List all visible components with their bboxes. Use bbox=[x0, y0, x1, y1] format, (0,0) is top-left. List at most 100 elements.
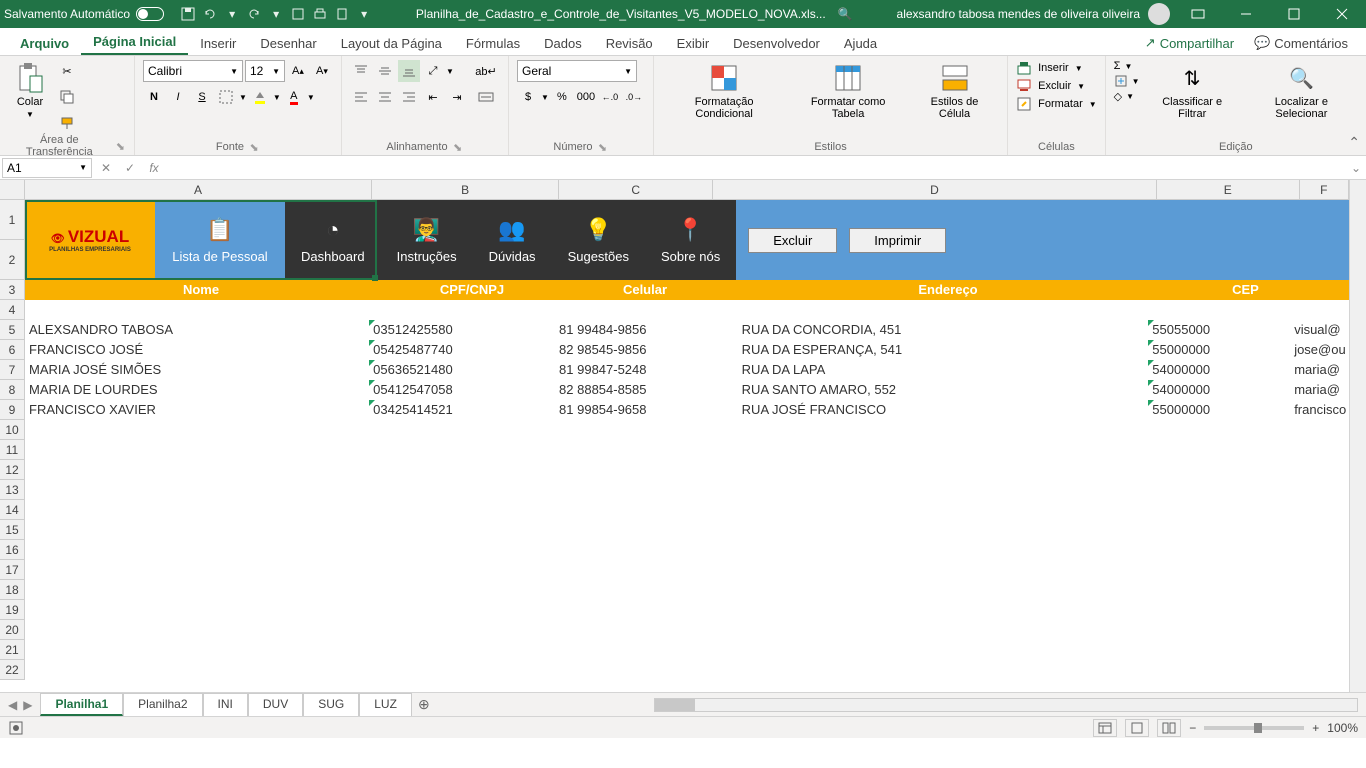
increase-font-icon[interactable]: A▴ bbox=[287, 60, 309, 82]
record-macro-icon[interactable] bbox=[8, 720, 24, 736]
tab-desenhar[interactable]: Desenhar bbox=[248, 32, 328, 55]
name-box[interactable]: A1▼ bbox=[2, 158, 92, 178]
nav-item-instruções[interactable]: 👨‍🏫Instruções bbox=[381, 200, 473, 280]
vertical-scrollbar[interactable] bbox=[1349, 180, 1366, 692]
number-format-combo[interactable]: Geral▼ bbox=[517, 60, 637, 82]
comments-button[interactable]: 💬Comentários bbox=[1244, 31, 1358, 55]
sheet-tab-sug[interactable]: SUG bbox=[303, 693, 359, 716]
align-center-icon[interactable] bbox=[374, 86, 396, 108]
paste-button[interactable]: Colar ▼ bbox=[8, 60, 52, 121]
save-icon[interactable] bbox=[180, 6, 196, 22]
cell-cpf[interactable]: 05412547058 bbox=[369, 380, 555, 400]
dialog-launcher-icon[interactable]: ⬊ bbox=[597, 141, 609, 153]
cell-cep[interactable]: 55055000 bbox=[1148, 320, 1290, 340]
cell-cep[interactable]: 54000000 bbox=[1148, 380, 1290, 400]
border-icon[interactable] bbox=[215, 86, 237, 108]
font-color-icon[interactable]: A bbox=[283, 86, 305, 108]
cell-endereco[interactable]: RUA DA LAPA bbox=[708, 360, 1149, 380]
cell-email[interactable]: visual@ bbox=[1290, 320, 1349, 340]
minimize-icon[interactable] bbox=[1226, 0, 1266, 28]
fx-icon[interactable]: fx bbox=[142, 161, 166, 175]
row-header-12[interactable]: 12 bbox=[0, 460, 24, 480]
dialog-launcher-icon[interactable]: ⬊ bbox=[115, 140, 126, 152]
cell-email[interactable]: maria@ bbox=[1290, 360, 1349, 380]
underline-icon[interactable]: S bbox=[191, 86, 213, 108]
normal-view-icon[interactable] bbox=[1093, 719, 1117, 737]
chevron-down-icon[interactable]: ▼ bbox=[307, 93, 315, 102]
row-header-6[interactable]: 6 bbox=[0, 340, 24, 360]
tab-inserir[interactable]: Inserir bbox=[188, 32, 248, 55]
dialog-launcher-icon[interactable]: ⬊ bbox=[452, 141, 464, 153]
italic-icon[interactable]: I bbox=[167, 86, 189, 108]
cell-celular[interactable]: 81 99484-9856 bbox=[555, 320, 708, 340]
align-bottom-icon[interactable] bbox=[398, 60, 420, 82]
orientation-icon[interactable]: ⤢ bbox=[422, 60, 444, 82]
copy-icon[interactable] bbox=[56, 86, 78, 108]
select-all-corner[interactable] bbox=[0, 180, 25, 200]
indent-decrease-icon[interactable]: ⇤ bbox=[422, 86, 444, 108]
format-button[interactable]: Formatar▼ bbox=[1016, 96, 1097, 112]
cell-celular[interactable]: 81 99847-5248 bbox=[555, 360, 708, 380]
nav-item-lista-de-pessoal[interactable]: 📋Lista de Pessoal bbox=[155, 200, 285, 280]
formula-input[interactable] bbox=[166, 158, 1346, 178]
collapse-ribbon-icon[interactable]: ⌃ bbox=[1348, 134, 1360, 151]
tab-desenvolvedor[interactable]: Desenvolvedor bbox=[721, 32, 832, 55]
table-row[interactable]: ALEXSANDRO TABOSA0351242558081 99484-985… bbox=[25, 320, 1349, 340]
sheet-tab-ini[interactable]: INI bbox=[203, 693, 248, 716]
format-table-button[interactable]: Formatar como Tabela bbox=[790, 60, 906, 122]
row-header-22[interactable]: 22 bbox=[0, 660, 24, 680]
undo-icon[interactable] bbox=[202, 6, 218, 22]
row-header-20[interactable]: 20 bbox=[0, 620, 24, 640]
row-header-17[interactable]: 17 bbox=[0, 560, 24, 580]
cell-celular[interactable]: 82 98545-9856 bbox=[555, 340, 708, 360]
row-header-7[interactable]: 7 bbox=[0, 360, 24, 380]
merge-icon[interactable] bbox=[472, 86, 500, 108]
print-icon[interactable] bbox=[312, 6, 328, 22]
delete-button[interactable]: Excluir bbox=[748, 228, 837, 253]
row-header-13[interactable]: 13 bbox=[0, 480, 24, 500]
username[interactable]: alexsandro tabosa mendes de oliveira oli… bbox=[897, 7, 1140, 21]
cell-cpf[interactable]: 05636521480 bbox=[369, 360, 555, 380]
chevron-down-icon[interactable]: ▾ bbox=[268, 6, 284, 22]
cell-cep[interactable]: 54000000 bbox=[1148, 360, 1290, 380]
font-name-combo[interactable]: Calibri▼ bbox=[143, 60, 243, 82]
fill-button[interactable]: ▼ bbox=[1114, 74, 1140, 88]
row-header-2[interactable]: 2 bbox=[0, 240, 24, 280]
bold-icon[interactable]: N bbox=[143, 86, 165, 108]
cell-cep[interactable]: 55000000 bbox=[1148, 400, 1290, 420]
close-icon[interactable] bbox=[1322, 0, 1362, 28]
sheet-tab-luz[interactable]: LUZ bbox=[359, 693, 412, 716]
row-header-4[interactable]: 4 bbox=[0, 300, 24, 320]
col-header-D[interactable]: D bbox=[713, 180, 1157, 199]
cell-cpf[interactable]: 05425487740 bbox=[369, 340, 555, 360]
cut-icon[interactable]: ✂ bbox=[56, 60, 78, 82]
expand-formula-icon[interactable]: ⌄ bbox=[1346, 161, 1366, 175]
horizontal-scrollbar[interactable] bbox=[654, 698, 1358, 712]
comma-icon[interactable]: 000 bbox=[575, 86, 597, 108]
cell-email[interactable]: maria@ bbox=[1290, 380, 1349, 400]
confirm-icon[interactable]: ✓ bbox=[118, 161, 142, 175]
cell-endereco[interactable]: RUA JOSÉ FRANCISCO bbox=[708, 400, 1149, 420]
table-row[interactable]: FRANCISCO JOSÉ0542548774082 98545-9856RU… bbox=[25, 340, 1349, 360]
cell-nome[interactable]: MARIA JOSÉ SIMÕES bbox=[25, 360, 369, 380]
zoom-level[interactable]: 100% bbox=[1327, 721, 1358, 735]
cell-nome[interactable]: FRANCISCO JOSÉ bbox=[25, 340, 369, 360]
align-left-icon[interactable] bbox=[350, 86, 372, 108]
currency-icon[interactable]: $ bbox=[517, 86, 539, 108]
add-sheet-icon[interactable]: ⊕ bbox=[412, 696, 436, 713]
page-layout-view-icon[interactable] bbox=[1125, 719, 1149, 737]
cell-nome[interactable]: ALEXSANDRO TABOSA bbox=[25, 320, 369, 340]
cell-celular[interactable]: 82 88854-8585 bbox=[555, 380, 708, 400]
chevron-down-icon[interactable]: ▼ bbox=[273, 93, 281, 102]
align-middle-icon[interactable] bbox=[374, 60, 396, 82]
sort-filter-button[interactable]: ⇅ Classificar e Filtrar bbox=[1144, 60, 1241, 122]
zoom-out-icon[interactable]: − bbox=[1189, 721, 1196, 735]
row-header-18[interactable]: 18 bbox=[0, 580, 24, 600]
row-header-11[interactable]: 11 bbox=[0, 440, 24, 460]
delete-button[interactable]: Excluir▼ bbox=[1016, 78, 1097, 94]
sheet-next-icon[interactable]: ▶ bbox=[23, 698, 32, 712]
table-row[interactable]: MARIA JOSÉ SIMÕES0563652148081 99847-524… bbox=[25, 360, 1349, 380]
format-painter-icon[interactable] bbox=[56, 112, 78, 134]
share-button[interactable]: ↗Compartilhar bbox=[1135, 31, 1244, 55]
redo-icon[interactable] bbox=[246, 6, 262, 22]
